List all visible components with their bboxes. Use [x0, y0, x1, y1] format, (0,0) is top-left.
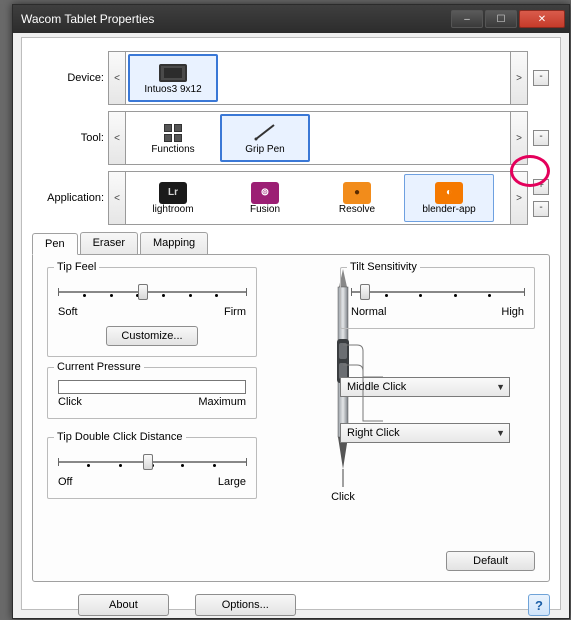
double-click-min: Off	[58, 476, 72, 488]
app-tile-fusion[interactable]: ⊚ Fusion	[220, 174, 310, 222]
tool-remove-button[interactable]: -	[533, 130, 549, 146]
tool-tile-label: Functions	[151, 144, 194, 155]
tab-pen[interactable]: Pen	[32, 233, 78, 255]
app-track: Lr lightroom ⊚ Fusion ● Resolve ◐ blende…	[126, 171, 510, 225]
device-label: Device:	[32, 72, 108, 84]
tilt-slider[interactable]	[351, 280, 524, 304]
window: Wacom Tablet Properties – ☐ ✕ Device: < …	[12, 4, 570, 619]
tilt-min: Normal	[351, 306, 386, 318]
tool-scroll-left[interactable]: <	[108, 111, 126, 165]
close-button[interactable]: ✕	[519, 10, 565, 28]
double-click-slider[interactable]	[58, 450, 246, 474]
pressure-max: Maximum	[198, 396, 246, 408]
options-button[interactable]: Options...	[195, 594, 296, 616]
resolve-icon: ●	[343, 182, 371, 204]
pen-tip-label: Click	[331, 491, 355, 503]
app-tile-lightroom[interactable]: Lr lightroom	[128, 174, 218, 222]
double-click-thumb[interactable]	[143, 454, 153, 470]
content-panel: Device: < Intuos3 9x12 > - Tool: < Funct…	[21, 37, 561, 610]
functions-icon	[159, 122, 187, 144]
tool-label: Tool:	[32, 132, 108, 144]
tip-feel-title: Tip Feel	[54, 261, 99, 273]
window-title: Wacom Tablet Properties	[21, 12, 449, 26]
lightroom-icon: Lr	[159, 182, 187, 204]
device-row: Device: < Intuos3 9x12 > -	[32, 50, 550, 106]
lower-button-combo[interactable]: Right Click ▼	[340, 423, 510, 443]
app-tile-label: lightroom	[152, 204, 193, 215]
current-pressure-group: Current Pressure ClickMaximum	[47, 367, 257, 419]
tool-tile-grip-pen[interactable]: Grip Pen	[220, 114, 310, 162]
grip-pen-icon	[251, 122, 279, 144]
double-click-title: Tip Double Click Distance	[54, 431, 186, 443]
application-label: Application:	[32, 192, 108, 204]
tip-feel-min: Soft	[58, 306, 78, 318]
blender-icon: ◐	[435, 182, 463, 204]
tool-tile-label: Grip Pen	[245, 144, 284, 155]
app-tile-resolve[interactable]: ● Resolve	[312, 174, 402, 222]
upper-button-value: Middle Click	[347, 381, 406, 393]
device-scroll-left[interactable]: <	[108, 51, 126, 105]
help-button[interactable]: ?	[528, 594, 550, 616]
about-button[interactable]: About	[78, 594, 169, 616]
tip-feel-group: Tip Feel SoftFirm Customize...	[47, 267, 257, 357]
upper-button-combo[interactable]: Middle Click ▼	[340, 377, 510, 397]
tip-feel-slider[interactable]	[58, 280, 246, 304]
tilt-title: Tilt Sensitivity	[347, 261, 420, 273]
left-column: Tip Feel SoftFirm Customize...	[47, 267, 257, 509]
tab-strip: Pen Eraser Mapping	[32, 232, 550, 254]
pressure-bar	[58, 380, 246, 394]
minimize-button[interactable]: –	[451, 10, 483, 28]
app-scroll-right[interactable]: >	[510, 171, 528, 225]
device-tile-intuos[interactable]: Intuos3 9x12	[128, 54, 218, 102]
tool-scroll-right[interactable]: >	[510, 111, 528, 165]
lower-button-value: Right Click	[347, 427, 400, 439]
maximize-button[interactable]: ☐	[485, 10, 517, 28]
application-row: Application: < Lr lightroom ⊚ Fusion ● R…	[32, 170, 550, 226]
app-tile-blender[interactable]: ◐ blender-app	[404, 174, 494, 222]
tip-feel-thumb[interactable]	[138, 284, 148, 300]
tool-track: Functions Grip Pen	[126, 111, 510, 165]
pen-tab-panel: Tip Feel Soft Firm Customize...	[32, 254, 550, 582]
right-column: Tilt Sensitivity NormalHigh Middle Click…	[340, 267, 535, 443]
fusion-icon: ⊚	[251, 182, 279, 204]
app-tile-label: Fusion	[250, 204, 280, 215]
tip-feel-max: Firm	[224, 306, 246, 318]
device-track: Intuos3 9x12	[126, 51, 510, 105]
double-click-max: Large	[218, 476, 246, 488]
titlebar[interactable]: Wacom Tablet Properties – ☐ ✕	[13, 5, 569, 33]
app-tile-label: Resolve	[339, 204, 375, 215]
tabs-area: Pen Eraser Mapping Tip Feel Soft Firm	[32, 232, 550, 582]
device-plusminus: -	[532, 51, 550, 105]
tilt-max: High	[501, 306, 524, 318]
double-click-group: Tip Double Click Distance OffLarge	[47, 437, 257, 499]
device-tile-label: Intuos3 9x12	[144, 84, 201, 95]
customize-button[interactable]: Customize...	[106, 326, 197, 346]
app-scroll-left[interactable]: <	[108, 171, 126, 225]
app-add-button[interactable]: +	[533, 179, 549, 195]
tilt-thumb[interactable]	[360, 284, 370, 300]
tilt-group: Tilt Sensitivity NormalHigh	[340, 267, 535, 329]
tab-eraser[interactable]: Eraser	[80, 232, 138, 254]
device-scroll-right[interactable]: >	[510, 51, 528, 105]
tool-row: Tool: < Functions Grip Pen > -	[32, 110, 550, 166]
current-pressure-title: Current Pressure	[54, 361, 144, 373]
tool-plusminus: -	[532, 111, 550, 165]
tab-mapping[interactable]: Mapping	[140, 232, 208, 254]
pressure-min: Click	[58, 396, 82, 408]
tablet-icon	[159, 62, 187, 84]
chevron-down-icon: ▼	[496, 428, 505, 438]
chevron-down-icon: ▼	[496, 382, 505, 392]
device-remove-button[interactable]: -	[533, 70, 549, 86]
default-button[interactable]: Default	[446, 551, 535, 571]
app-tile-label: blender-app	[422, 204, 475, 215]
app-plusminus: + -	[532, 171, 550, 225]
app-remove-button[interactable]: -	[533, 201, 549, 217]
tool-tile-functions[interactable]: Functions	[128, 114, 218, 162]
footer: About Options... ?	[32, 594, 550, 616]
